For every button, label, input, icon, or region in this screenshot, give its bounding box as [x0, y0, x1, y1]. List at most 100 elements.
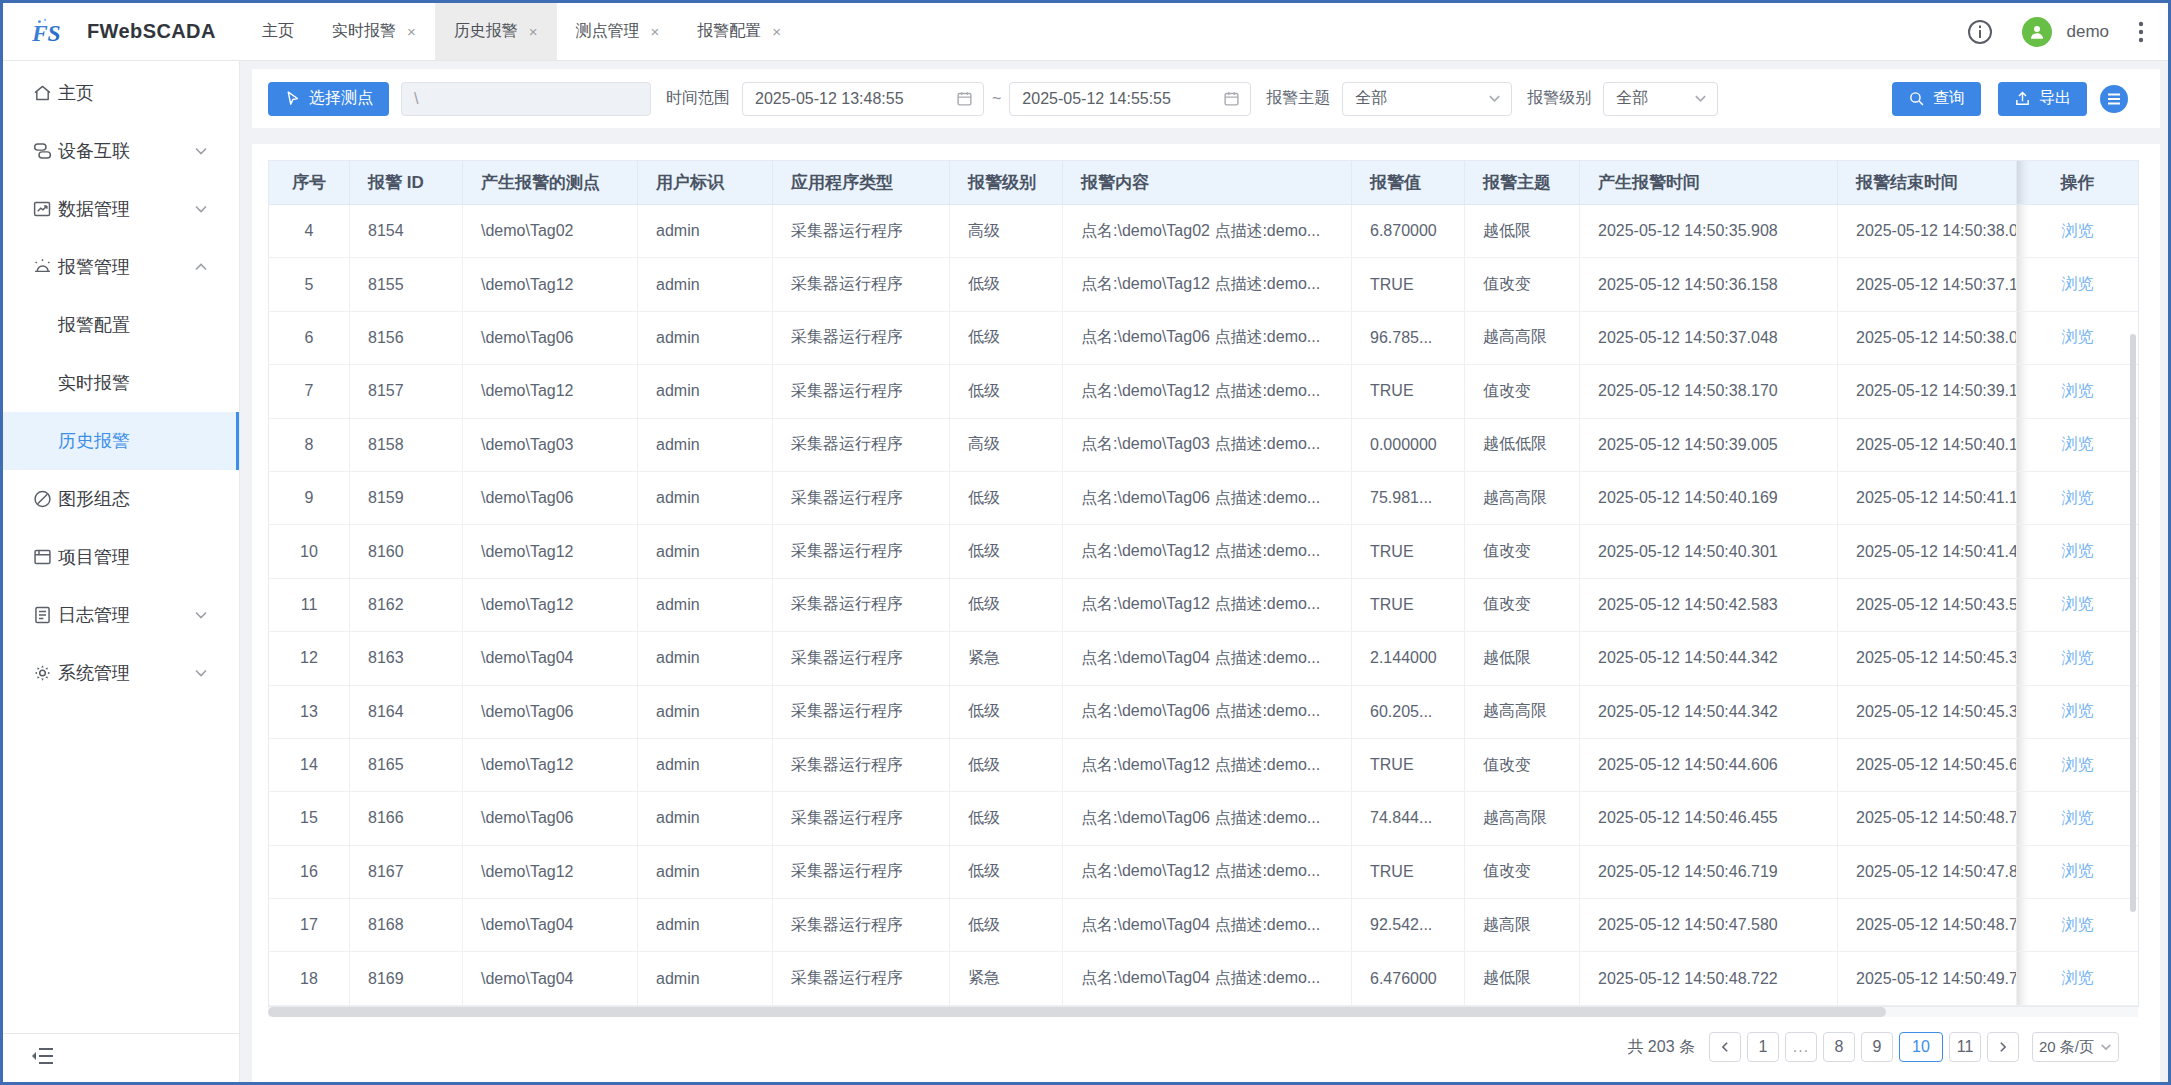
- horizontal-scrollbar[interactable]: [268, 1007, 2138, 1017]
- cell-end: 2025-05-12 14:50:47.8: [1838, 846, 2017, 899]
- chevron-down-icon: [194, 144, 208, 158]
- cell-content: 点名:\demo\Tag12 点描述:demo...: [1063, 739, 1352, 792]
- cell-topic: 越高高限: [1465, 312, 1580, 365]
- cell-topic: 越低限: [1465, 952, 1580, 1005]
- cell-tag: \demo\Tag06: [463, 472, 638, 525]
- sidebar-item-图形组态[interactable]: 图形组态: [3, 470, 239, 528]
- tab-历史报警[interactable]: 历史报警×: [435, 3, 557, 60]
- device-link-icon: [32, 141, 53, 162]
- browse-link[interactable]: 浏览: [2062, 327, 2094, 348]
- browse-link[interactable]: 浏览: [2062, 808, 2094, 829]
- cell-topic: 值改变: [1465, 846, 1580, 899]
- sidebar-item-历史报警[interactable]: 历史报警: [3, 412, 239, 470]
- page-button-10[interactable]: 10: [1899, 1032, 1943, 1062]
- browse-link[interactable]: 浏览: [2062, 594, 2094, 615]
- close-tab-icon[interactable]: ×: [651, 23, 660, 40]
- time-to-input[interactable]: 2025-05-12 14:55:55: [1009, 82, 1251, 116]
- export-button[interactable]: 导出: [1998, 82, 2087, 116]
- sidebar-item-报警管理[interactable]: 报警管理: [3, 238, 239, 296]
- logo-area: FS FWebSCADA: [3, 3, 243, 60]
- cell-tag: \demo\Tag04: [463, 952, 638, 1005]
- page-size-select[interactable]: 20 条/页: [2032, 1032, 2119, 1062]
- cell-app: 采集器运行程序: [773, 525, 950, 578]
- browse-link[interactable]: 浏览: [2062, 968, 2094, 989]
- vertical-scrollbar[interactable]: [2130, 334, 2136, 912]
- column-header: 报警级别: [950, 161, 1063, 205]
- browse-link[interactable]: 浏览: [2062, 541, 2094, 562]
- page-button-9[interactable]: 9: [1861, 1032, 1893, 1062]
- page-ellipsis[interactable]: ...: [1785, 1032, 1817, 1062]
- topic-select[interactable]: 全部: [1342, 82, 1512, 116]
- close-tab-icon[interactable]: ×: [407, 23, 416, 40]
- sidebar-item-报警配置[interactable]: 报警配置: [3, 296, 239, 354]
- sidebar-item-设备互联[interactable]: 设备互联: [3, 122, 239, 180]
- table-row: 108160\demo\Tag12admin采集器运行程序低级点名:\demo\…: [269, 525, 2138, 578]
- page-button-11[interactable]: 11: [1949, 1032, 1981, 1062]
- cell-level: 低级: [950, 258, 1063, 311]
- browse-link[interactable]: 浏览: [2062, 648, 2094, 669]
- cell-id: 8160: [350, 525, 463, 578]
- cell-operation: 浏览: [2017, 365, 2138, 418]
- sidebar-item-实时报警[interactable]: 实时报警: [3, 354, 239, 412]
- sidebar-item-项目管理[interactable]: 项目管理: [3, 528, 239, 586]
- select-point-button[interactable]: 选择测点: [268, 82, 389, 116]
- prev-page-button[interactable]: [1709, 1032, 1741, 1062]
- tab-主页[interactable]: 主页: [243, 3, 313, 60]
- close-tab-icon[interactable]: ×: [529, 23, 538, 40]
- cell-id: 8164: [350, 686, 463, 739]
- cursor-icon: [284, 90, 301, 107]
- cell-level: 低级: [950, 899, 1063, 952]
- calendar-icon: [1223, 90, 1240, 107]
- cell-id: 8156: [350, 312, 463, 365]
- tab-实时报警[interactable]: 实时报警×: [313, 3, 435, 60]
- browse-link[interactable]: 浏览: [2062, 221, 2094, 242]
- browse-link[interactable]: 浏览: [2062, 701, 2094, 722]
- page-button-8[interactable]: 8: [1823, 1032, 1855, 1062]
- browse-link[interactable]: 浏览: [2062, 434, 2094, 455]
- column-header: 应用程序类型: [773, 161, 950, 205]
- sidebar-item-数据管理[interactable]: 数据管理: [3, 180, 239, 238]
- browse-link[interactable]: 浏览: [2062, 755, 2094, 776]
- cell-seq: 16: [269, 846, 350, 899]
- chevron-down-icon: [194, 608, 208, 622]
- cell-id: 8168: [350, 899, 463, 952]
- cell-level: 低级: [950, 312, 1063, 365]
- cell-seq: 6: [269, 312, 350, 365]
- info-icon[interactable]: [1967, 19, 1993, 45]
- browse-link[interactable]: 浏览: [2062, 381, 2094, 402]
- browse-link[interactable]: 浏览: [2062, 861, 2094, 882]
- browse-link[interactable]: 浏览: [2062, 915, 2094, 936]
- time-from-input[interactable]: 2025-05-12 13:48:55: [742, 82, 984, 116]
- cell-start: 2025-05-12 14:50:46.719: [1580, 846, 1838, 899]
- cell-start: 2025-05-12 14:50:40.301: [1580, 525, 1838, 578]
- point-input[interactable]: \: [401, 82, 651, 116]
- sidebar-item-系统管理[interactable]: 系统管理: [3, 644, 239, 702]
- cell-user: admin: [638, 419, 773, 472]
- cell-app: 采集器运行程序: [773, 846, 950, 899]
- column-settings-button[interactable]: [2100, 85, 2128, 113]
- collapse-sidebar-icon[interactable]: [31, 1045, 55, 1071]
- cell-seq: 8: [269, 419, 350, 472]
- kebab-menu-icon[interactable]: [2138, 20, 2144, 44]
- cell-value: 6.870000: [1352, 205, 1465, 258]
- cell-app: 采集器运行程序: [773, 632, 950, 685]
- close-tab-icon[interactable]: ×: [772, 23, 781, 40]
- query-button[interactable]: 查询: [1892, 82, 1981, 116]
- sidebar-item-主页[interactable]: 主页: [3, 64, 239, 122]
- cell-id: 8169: [350, 952, 463, 1005]
- page-button-1[interactable]: 1: [1747, 1032, 1779, 1062]
- table-row: 118162\demo\Tag12admin采集器运行程序低级点名:\demo\…: [269, 579, 2138, 632]
- browse-link[interactable]: 浏览: [2062, 274, 2094, 295]
- tab-报警配置[interactable]: 报警配置×: [678, 3, 800, 60]
- sidebar-item-日志管理[interactable]: 日志管理: [3, 586, 239, 644]
- cell-operation: 浏览: [2017, 952, 2138, 1005]
- cell-tag: \demo\Tag12: [463, 846, 638, 899]
- cell-user: admin: [638, 258, 773, 311]
- user-menu[interactable]: demo: [2022, 17, 2109, 47]
- cell-tag: \demo\Tag12: [463, 525, 638, 578]
- tab-测点管理[interactable]: 测点管理×: [557, 3, 679, 60]
- level-select[interactable]: 全部: [1603, 82, 1718, 116]
- browse-link[interactable]: 浏览: [2062, 488, 2094, 509]
- next-page-button[interactable]: [1987, 1032, 2019, 1062]
- cell-end: 2025-05-12 14:50:45.3: [1838, 686, 2017, 739]
